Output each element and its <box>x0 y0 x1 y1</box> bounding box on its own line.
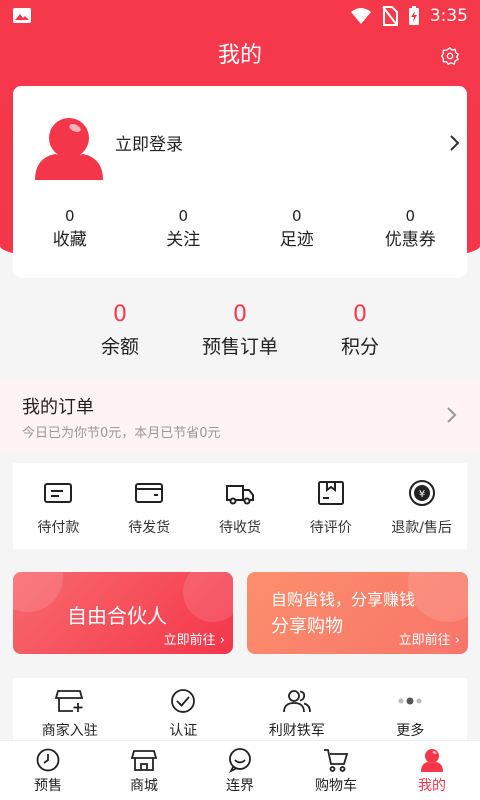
wallet-count: 0 <box>353 302 367 327</box>
stat-count: 0 <box>64 207 75 225</box>
store-add-icon <box>54 690 83 712</box>
share-tagline: 自购省钱，分享赚钱 <box>271 590 416 609</box>
order-status-label: 待发货 <box>128 520 171 536</box>
wallet-label: 余额 <box>100 336 139 358</box>
order-status-label: 待评价 <box>309 520 352 536</box>
services-grid: 商家入驻 认证 利财铁军 更多 <box>13 678 467 740</box>
service-label: 认证 <box>169 723 198 739</box>
settings-gear-icon[interactable] <box>440 46 460 66</box>
svg-text:¥: ¥ <box>418 489 424 500</box>
chevron-right-icon <box>447 407 457 423</box>
service-label: 商家入驻 <box>41 723 98 739</box>
stat-count: 0 <box>291 207 302 225</box>
order-refund-aftersale[interactable]: ¥ 退款/售后 <box>376 463 467 549</box>
decor-circle <box>183 572 233 622</box>
review-box-icon <box>317 481 344 505</box>
avatar[interactable] <box>31 114 107 182</box>
my-orders-row[interactable]: 我的订单 今日已为你节0元，本月已节省0元 <box>0 380 480 452</box>
wallet-icon <box>44 483 73 503</box>
profile-card: 立即登录 0 收藏 0 关注 0 足迹 0 优惠券 <box>13 86 467 278</box>
orders-title: 我的订单 <box>22 397 94 418</box>
tab-connect[interactable]: 连界 <box>192 741 288 800</box>
stat-label: 优惠券 <box>384 230 436 250</box>
wallet-count: 0 <box>113 302 127 327</box>
chat-icon <box>228 748 251 773</box>
service-team[interactable]: 利财铁军 <box>240 678 354 740</box>
store-icon <box>131 750 157 771</box>
go-label: 立即前往 <box>163 633 216 648</box>
go-label: 立即前往 <box>398 633 451 648</box>
order-status-label: 待付款 <box>37 520 80 536</box>
stat-favorites[interactable]: 0 收藏 <box>13 206 127 254</box>
service-merchant-join[interactable]: 商家入驻 <box>13 678 127 740</box>
stat-count: 0 <box>178 207 189 225</box>
tab-label: 购物车 <box>315 778 357 794</box>
order-pending-shipment[interactable]: 待发货 <box>104 463 195 549</box>
wifi-icon <box>350 8 371 24</box>
order-status-label: 待收货 <box>218 520 261 536</box>
order-status-label: 退款/售后 <box>391 520 452 536</box>
chevron-right-icon[interactable] <box>449 134 461 152</box>
orders-subtitle: 今日已为你节0元，本月已节省0元 <box>22 426 221 441</box>
partner-promo-banner[interactable]: 自由合伙人 立即前往 › <box>13 572 233 654</box>
share-title: 分享购物 <box>271 616 343 637</box>
bottom-tab-bar: 预售 商城 连界 购物车 我的 <box>0 740 480 800</box>
page-title: 我的 <box>217 43 262 68</box>
service-verify[interactable]: 认证 <box>127 678 241 740</box>
login-link[interactable]: 立即登录 <box>115 130 183 155</box>
tab-label: 商城 <box>130 778 158 794</box>
stat-count: 0 <box>405 207 416 225</box>
profile-icon <box>421 749 443 772</box>
battery-charging-icon <box>408 6 419 25</box>
image-notification-icon <box>13 8 31 23</box>
share-promo-banner[interactable]: 自购省钱，分享赚钱 分享购物 立即前往 › <box>247 572 468 654</box>
share-go-link[interactable]: 立即前往 › <box>399 629 460 648</box>
service-label: 利财铁军 <box>268 723 325 739</box>
wallet-label: 积分 <box>340 336 379 358</box>
profile-stats: 0 收藏 0 关注 0 足迹 0 优惠券 <box>13 206 467 254</box>
decor-circle <box>408 572 468 622</box>
tab-mine[interactable]: 我的 <box>384 741 480 800</box>
wallet-label: 预售订单 <box>201 336 278 358</box>
wallet-points[interactable]: 0 积分 <box>300 300 420 362</box>
stat-label: 足迹 <box>279 230 314 250</box>
users-icon <box>282 690 311 713</box>
partner-title: 自由合伙人 <box>67 604 167 628</box>
clock-icon <box>36 748 60 772</box>
order-pending-receipt[interactable]: 待收货 <box>195 463 286 549</box>
tab-mall[interactable]: 商城 <box>96 741 192 800</box>
status-bar: 3:35 <box>0 0 480 32</box>
more-dots-icon <box>398 697 422 705</box>
stat-coupons[interactable]: 0 优惠券 <box>354 206 468 254</box>
check-circle-icon <box>171 689 196 713</box>
refund-coin-icon: ¥ <box>408 480 435 506</box>
cart-icon <box>324 749 349 772</box>
tab-cart[interactable]: 购物车 <box>288 741 384 800</box>
wallet-count: 0 <box>233 302 247 327</box>
status-time: 3:35 <box>429 6 468 26</box>
service-more[interactable]: 更多 <box>354 678 468 740</box>
order-pending-payment[interactable]: 待付款 <box>13 463 104 549</box>
no-sim-icon <box>382 6 398 26</box>
stat-label: 收藏 <box>52 230 87 250</box>
wallet-balance[interactable]: 0 余额 <box>60 300 180 362</box>
card-icon <box>135 483 164 503</box>
order-status-bar: 待付款 待发货 待收货 待评价 ¥ 退款/售后 <box>13 463 467 549</box>
partner-go-link[interactable]: 立即前往 › <box>164 629 225 648</box>
service-label: 更多 <box>396 723 425 739</box>
order-pending-review[interactable]: 待评价 <box>285 463 376 549</box>
tab-label: 连界 <box>226 778 254 794</box>
truck-icon <box>225 485 254 505</box>
stat-label: 关注 <box>166 230 201 250</box>
stat-history[interactable]: 0 足迹 <box>240 206 354 254</box>
tab-presale[interactable]: 预售 <box>0 741 96 800</box>
decor-circle <box>13 572 63 612</box>
stat-following[interactable]: 0 关注 <box>127 206 241 254</box>
wallet-summary: 0 余额 0 预售订单 0 积分 <box>0 300 480 362</box>
tab-label: 我的 <box>418 778 446 794</box>
tab-label: 预售 <box>34 778 62 794</box>
wallet-presale-orders[interactable]: 0 预售订单 <box>180 300 300 362</box>
